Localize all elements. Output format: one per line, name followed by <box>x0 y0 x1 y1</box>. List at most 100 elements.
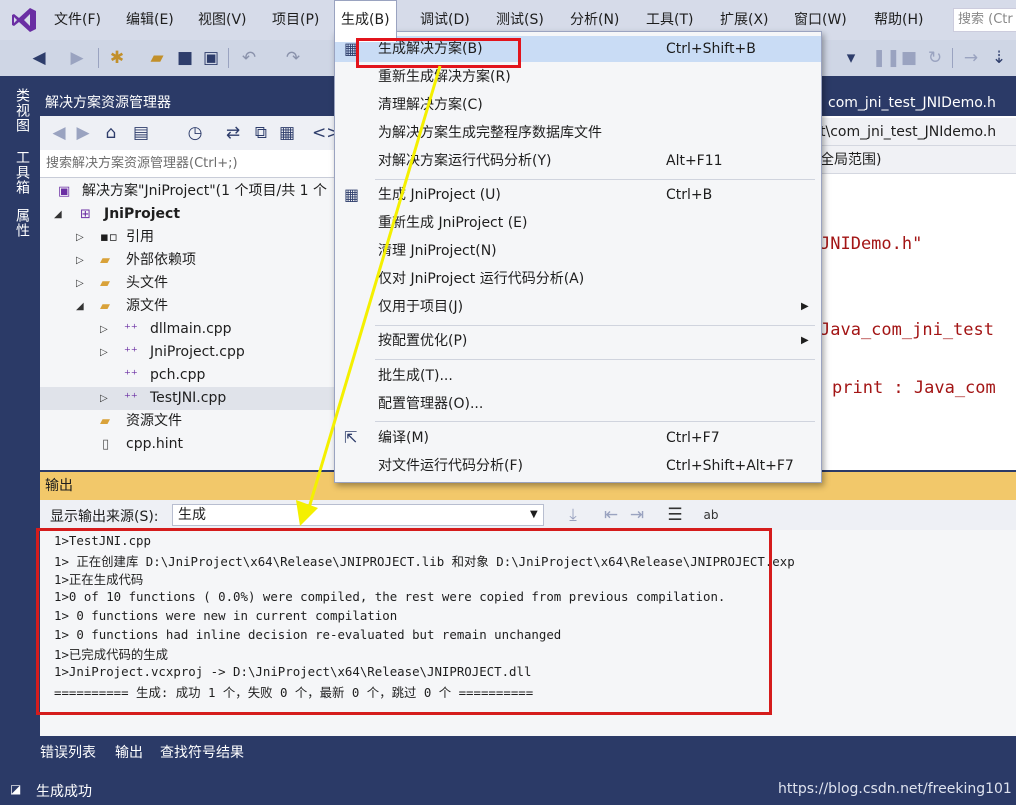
save-icon[interactable]: ■ <box>174 47 196 69</box>
menu-item-generate-pdb[interactable]: 为解决方案生成完整程序数据库文件 <box>335 120 821 146</box>
tree-item-source-files[interactable]: ◢ ▰ 源文件 <box>40 295 336 318</box>
editor-file-path[interactable]: t\com_jni_test_JNIdemo.h <box>820 118 1016 146</box>
step-into-icon[interactable]: ⇣ <box>988 47 1010 69</box>
show-all-files-icon[interactable]: ▦ <box>276 122 298 144</box>
tree-item-header-files[interactable]: ▷ ▰ 头文件 <box>40 272 336 295</box>
expand-icon[interactable]: ▷ <box>100 318 108 341</box>
menu-item-clean-solution[interactable]: 清理解决方案(C) <box>335 92 821 118</box>
restart-icon[interactable]: ↻ <box>924 47 946 69</box>
step-arrow-icon[interactable]: → <box>960 47 982 69</box>
tree-item-project[interactable]: ◢ ⊞ JniProject <box>40 203 336 226</box>
tree-item-jniproject-cpp[interactable]: ▷ ⁺⁺ JniProject.cpp <box>40 341 336 364</box>
view-code-icon[interactable]: <> <box>312 122 341 144</box>
word-wrap-icon[interactable]: ab <box>700 504 722 526</box>
clear-all-icon[interactable]: ☰ <box>664 504 686 526</box>
folder-open-icon: ▰ <box>100 299 110 314</box>
tree-item-references[interactable]: ▷ ▪▫ 引用 <box>40 226 336 249</box>
cpp-file-icon: ⁺⁺ <box>124 345 138 360</box>
output-source-select[interactable]: 生成 <box>172 504 544 526</box>
expand-icon[interactable]: ▷ <box>76 226 84 249</box>
tab-class-view[interactable]: 类视图 <box>10 88 32 133</box>
submenu-arrow-icon: ▶ <box>801 335 809 346</box>
pending-changes-icon[interactable]: ◷ <box>184 122 206 144</box>
tree-item-testjni-cpp[interactable]: ▷ ⁺⁺ TestJNI.cpp <box>40 387 336 410</box>
menu-build[interactable]: 生成(B) <box>334 0 397 42</box>
redo-icon[interactable]: ↷ <box>282 47 304 69</box>
expand-icon[interactable]: ▷ <box>100 341 108 364</box>
menu-help[interactable]: 帮助(H) <box>868 0 929 40</box>
dropdown-arrow-icon[interactable]: ▾ <box>840 47 862 69</box>
search-input[interactable]: 搜索 (Ctr <box>953 8 1016 32</box>
back-icon[interactable]: ◀ <box>48 122 70 144</box>
tree-label: pch.cpp <box>150 367 206 383</box>
back-icon[interactable]: ◀ <box>28 47 50 69</box>
menu-item-shortcut: Alt+F11 <box>666 153 723 169</box>
pause-icon[interactable]: ❚❚ <box>872 47 901 69</box>
code-line: Java_com_jni_test <box>820 320 994 340</box>
tree-item-dllmain[interactable]: ▷ ⁺⁺ dllmain.cpp <box>40 318 336 341</box>
expand-icon[interactable]: ▷ <box>76 272 84 295</box>
menu-edit[interactable]: 编辑(E) <box>120 0 180 40</box>
menu-item-profile-guided[interactable]: 按配置优化(P) ▶ <box>335 328 821 354</box>
menu-item-label: 清理 JniProject(N) <box>378 243 497 259</box>
tree-item-resource-files[interactable]: ▰ 资源文件 <box>40 410 336 433</box>
sync-icon[interactable]: ⇄ <box>222 122 244 144</box>
tab-error-list[interactable]: 错误列表 <box>40 742 96 762</box>
solution-search-input[interactable]: 搜索解决方案资源管理器(Ctrl+;) <box>40 150 336 178</box>
undo-icon[interactable]: ↶ <box>238 47 260 69</box>
forward-icon[interactable]: ▶ <box>72 122 94 144</box>
menu-item-compile[interactable]: ⇱ 编译(M) Ctrl+F7 <box>335 425 821 451</box>
menu-project[interactable]: 项目(P) <box>266 0 325 40</box>
expand-icon[interactable]: ▷ <box>100 387 108 410</box>
menu-item-batch-build[interactable]: 批生成(T)... <box>335 363 821 389</box>
tree-item-cpp-hint[interactable]: ▯ cpp.hint <box>40 433 336 456</box>
open-file-icon[interactable]: ▰ <box>146 47 168 69</box>
new-project-icon[interactable]: ✱ <box>106 47 128 69</box>
code-line: print : Java_com <box>832 378 996 398</box>
output-source-label: 显示输出来源(S): <box>50 509 159 525</box>
menu-item-label: 仅用于项目(J) <box>378 299 464 315</box>
switch-views-icon[interactable]: ▤ <box>130 122 152 144</box>
visual-studio-logo-icon[interactable] <box>10 6 38 34</box>
home-icon[interactable]: ⌂ <box>100 122 122 144</box>
collapse-icon[interactable]: ◢ <box>54 203 62 226</box>
menu-item-configuration-manager[interactable]: 配置管理器(O)... <box>335 391 821 417</box>
menu-file[interactable]: 文件(F) <box>48 0 107 40</box>
menu-item-analyze-project[interactable]: 仅对 JniProject 运行代码分析(A) <box>335 266 821 292</box>
menu-view[interactable]: 视图(V) <box>192 0 253 40</box>
collapse-all-icon[interactable]: ⧉ <box>250 122 272 144</box>
watermark-text: https://blog.csdn.net/freeking101 <box>778 781 1012 797</box>
menu-item-rebuild-project[interactable]: 重新生成 JniProject (E) <box>335 210 821 236</box>
stop-icon[interactable]: ■ <box>898 47 920 69</box>
menu-item-project-only[interactable]: 仅用于项目(J) ▶ <box>335 294 821 320</box>
editor-scope-dropdown[interactable]: 全局范围) <box>820 146 1016 174</box>
collapse-icon[interactable]: ◢ <box>76 295 84 318</box>
menu-item-analyze-solution[interactable]: 对解决方案运行代码分析(Y) Alt+F11 <box>335 148 821 174</box>
menu-separator <box>375 421 815 422</box>
menu-item-label: 批生成(T)... <box>378 368 453 384</box>
tab-find-symbol-results[interactable]: 查找符号结果 <box>160 742 244 762</box>
tree-item-pch-cpp[interactable]: ⁺⁺ pch.cpp <box>40 364 336 387</box>
tab-output[interactable]: 输出 <box>115 742 143 762</box>
menu-item-clean-project[interactable]: 清理 JniProject(N) <box>335 238 821 264</box>
tree-item-external-deps[interactable]: ▷ ▰ 外部依赖项 <box>40 249 336 272</box>
menu-item-analyze-file[interactable]: 对文件运行代码分析(F) Ctrl+Shift+Alt+F7 <box>335 453 821 479</box>
solution-explorer-title: 解决方案资源管理器 <box>40 90 336 116</box>
tab-toolbox[interactable]: 工具箱 <box>10 150 32 195</box>
menu-item-shortcut: Ctrl+Shift+Alt+F7 <box>666 458 794 474</box>
editor-tab[interactable]: com_jni_test_JNIDemo.h <box>820 90 1016 116</box>
find-message-icon[interactable]: ⤓ <box>562 504 584 526</box>
menu-item-build-project[interactable]: ▦ 生成 JniProject (U) Ctrl+B <box>335 182 821 208</box>
chevron-down-icon[interactable]: ▼ <box>530 504 538 526</box>
previous-message-icon[interactable]: ⇤ <box>600 504 622 526</box>
expand-icon[interactable]: ▷ <box>76 249 84 272</box>
tree-item-solution[interactable]: ▣ 解决方案"JniProject"(1 个项目/共 1 个 <box>40 180 336 203</box>
save-all-icon[interactable]: ▣ <box>200 47 222 69</box>
next-message-icon[interactable]: ⇥ <box>626 504 648 526</box>
project-icon: ⊞ <box>80 207 91 222</box>
menu-item-label: 生成 JniProject (U) <box>378 187 501 203</box>
forward-icon[interactable]: ▶ <box>66 47 88 69</box>
tree-label: 外部依赖项 <box>126 252 196 268</box>
tree-label: 引用 <box>126 229 154 245</box>
tab-properties[interactable]: 属性 <box>10 208 32 238</box>
